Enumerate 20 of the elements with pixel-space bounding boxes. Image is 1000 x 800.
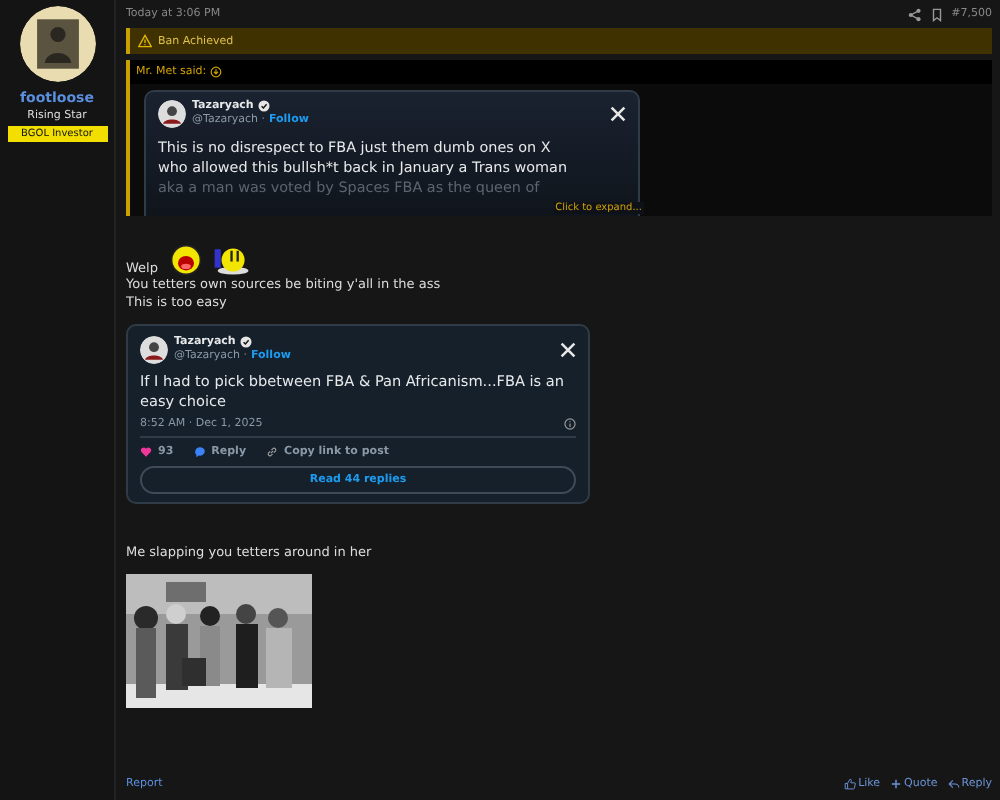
info-icon[interactable] (564, 418, 576, 430)
verified-icon (239, 336, 252, 348)
heart-icon[interactable] (140, 446, 152, 458)
bookmark-icon[interactable] (929, 7, 944, 21)
arrow-circle-icon[interactable] (210, 66, 223, 78)
verified-icon (257, 100, 270, 112)
avatar (140, 336, 168, 364)
laughing-emoji-icon (169, 244, 202, 276)
reply-arrow-icon (947, 778, 960, 790)
thumbs-up-icon (844, 778, 857, 790)
speech-bubble-icon[interactable] (193, 446, 206, 458)
avatar (158, 100, 186, 128)
avatar (19, 6, 95, 82)
plus-icon (890, 778, 903, 790)
x-logo-icon[interactable] (610, 106, 626, 122)
share-icon[interactable] (907, 7, 922, 21)
x-logo-icon[interactable] (560, 342, 576, 358)
smiley-emoji-icon (209, 244, 250, 276)
link-icon[interactable] (266, 446, 279, 458)
warning-icon (138, 34, 152, 48)
